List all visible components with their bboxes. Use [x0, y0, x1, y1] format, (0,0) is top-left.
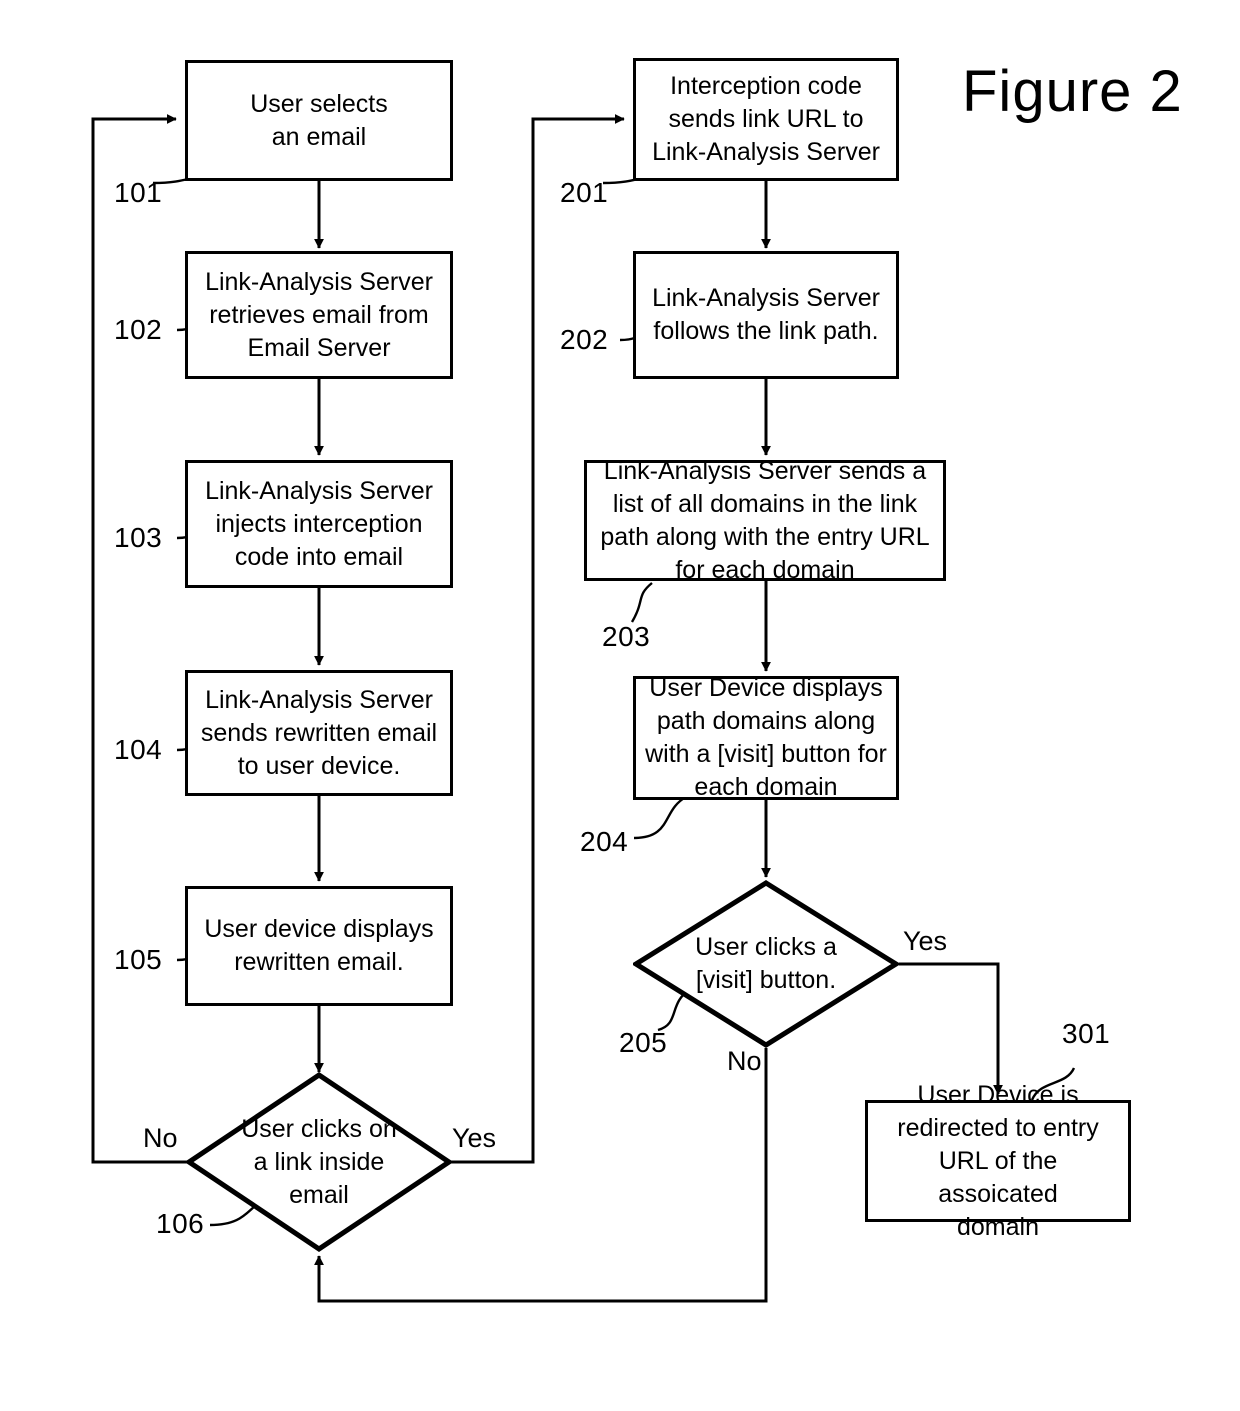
edge-205-yes-to-301 — [899, 962, 1003, 1095]
branch-label-205-yes: Yes — [903, 926, 948, 956]
figure-canvas: User selects an email Link-Analysis Serv… — [0, 0, 1240, 1411]
ref-number-204: 204 — [580, 826, 629, 857]
branch-label-106-no: No — [143, 1123, 178, 1153]
figure-title: Figure 2 — [962, 59, 1183, 124]
branch-label-205-no: No — [727, 1046, 762, 1076]
ref-number-106: 106 — [156, 1208, 205, 1239]
ref-number-103: 103 — [114, 522, 163, 553]
leader-203 — [630, 582, 653, 623]
ref-number-102: 102 — [114, 314, 163, 345]
node-205-decision-shape[interactable] — [633, 880, 899, 1048]
ref-number-104: 104 — [114, 734, 163, 765]
node-203-sends-domain-list[interactable]: Link-Analysis Server sends a list of all… — [584, 457, 946, 584]
ref-number-205: 205 — [619, 1027, 668, 1058]
node-202-follows-link-path[interactable]: Link-Analysis Server follows the link pa… — [633, 251, 899, 379]
node-201-interception-code-sends-url[interactable]: Interception code sends link URL to Link… — [633, 58, 899, 181]
node-101-user-selects-an-email[interactable]: User selects an email — [185, 60, 453, 181]
node-301-redirected-to-entry-url[interactable]: User Device is redirected to entry URL o… — [865, 1081, 1131, 1241]
ref-number-201: 201 — [560, 177, 609, 208]
ref-number-105: 105 — [114, 944, 163, 975]
node-106-decision-shape[interactable] — [186, 1072, 452, 1252]
edge-106-no-to-101 — [91, 114, 188, 1164]
ref-number-101: 101 — [114, 177, 163, 208]
branch-label-106-yes: Yes — [452, 1123, 497, 1153]
node-102-retrieves-email[interactable]: Link-Analysis Server retrieves email fro… — [185, 251, 453, 379]
edge-106-yes-to-201 — [450, 114, 625, 1164]
node-104-sends-rewritten-email[interactable]: Link-Analysis Server sends rewritten ema… — [185, 670, 453, 796]
node-204-displays-path-domains[interactable]: User Device displays path domains along … — [633, 674, 899, 801]
ref-number-202: 202 — [560, 324, 609, 355]
node-105-user-device-displays[interactable]: User device displays rewritten email. — [185, 886, 453, 1006]
ref-number-301: 301 — [1062, 1018, 1111, 1049]
ref-number-203: 203 — [602, 621, 651, 652]
node-103-injects-interception-code[interactable]: Link-Analysis Server injects interceptio… — [185, 460, 453, 588]
